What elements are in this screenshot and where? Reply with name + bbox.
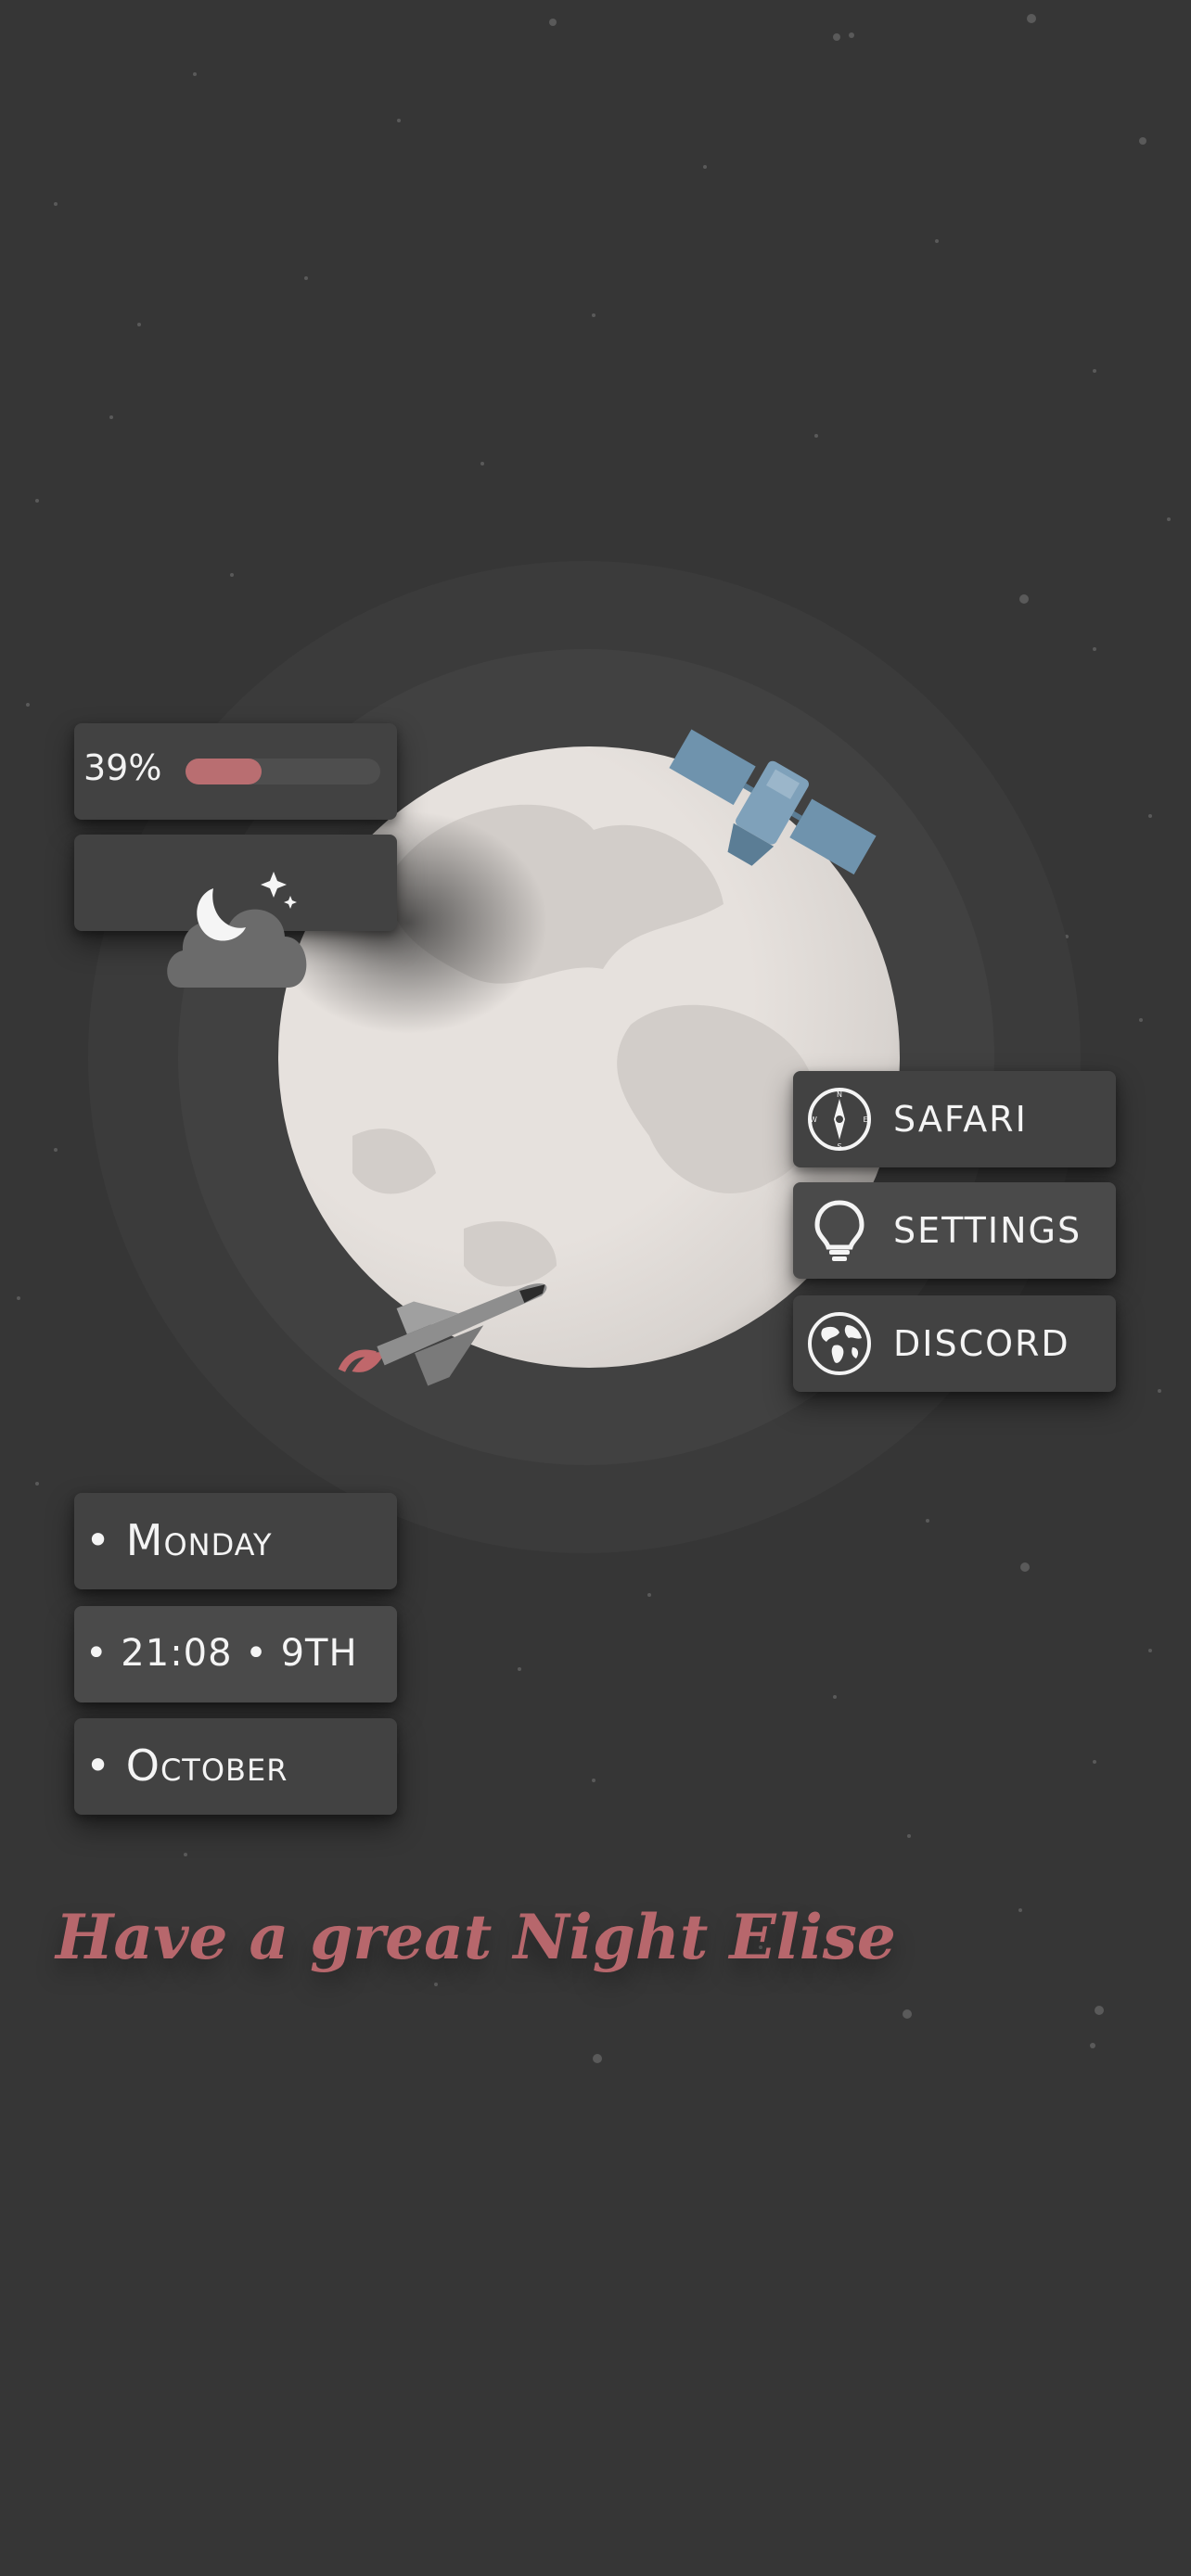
day-text: • Monday bbox=[85, 1515, 273, 1565]
month-text: • October bbox=[85, 1741, 288, 1791]
settings-shortcut-button[interactable]: SETTINGS bbox=[793, 1182, 1116, 1279]
svg-text:N: N bbox=[837, 1090, 842, 1099]
svg-text:W: W bbox=[810, 1116, 817, 1124]
safari-shortcut-button[interactable]: N S W E SAFARI bbox=[793, 1071, 1116, 1167]
battery-bar-fill bbox=[186, 759, 262, 784]
settings-label: SETTINGS bbox=[893, 1210, 1082, 1251]
time-date-widget: • 21:08 • 9TH bbox=[74, 1606, 397, 1702]
satellite-icon bbox=[669, 729, 877, 875]
safari-label: SAFARI bbox=[893, 1099, 1028, 1140]
day-widget: • Monday bbox=[74, 1493, 397, 1589]
svg-text:S: S bbox=[837, 1142, 841, 1151]
month-widget: • October bbox=[74, 1718, 397, 1815]
time-date-text: • 21:08 • 9TH bbox=[85, 1632, 358, 1675]
globe-icon bbox=[808, 1312, 871, 1375]
discord-label: DISCORD bbox=[893, 1323, 1070, 1364]
cloud-moon-icon bbox=[167, 872, 307, 988]
space-shuttle-icon bbox=[338, 1283, 547, 1386]
weather-widget[interactable] bbox=[74, 835, 397, 988]
discord-shortcut-button[interactable]: DISCORD bbox=[793, 1295, 1116, 1392]
compass-icon: N S W E bbox=[808, 1088, 871, 1151]
battery-widget: 39% bbox=[74, 723, 397, 820]
svg-text:E: E bbox=[863, 1116, 867, 1124]
battery-bar bbox=[186, 759, 380, 784]
lightbulb-icon bbox=[814, 1200, 864, 1261]
greeting-text: Have a great Night Elise bbox=[56, 1901, 896, 1973]
battery-percent: 39% bbox=[83, 747, 162, 788]
